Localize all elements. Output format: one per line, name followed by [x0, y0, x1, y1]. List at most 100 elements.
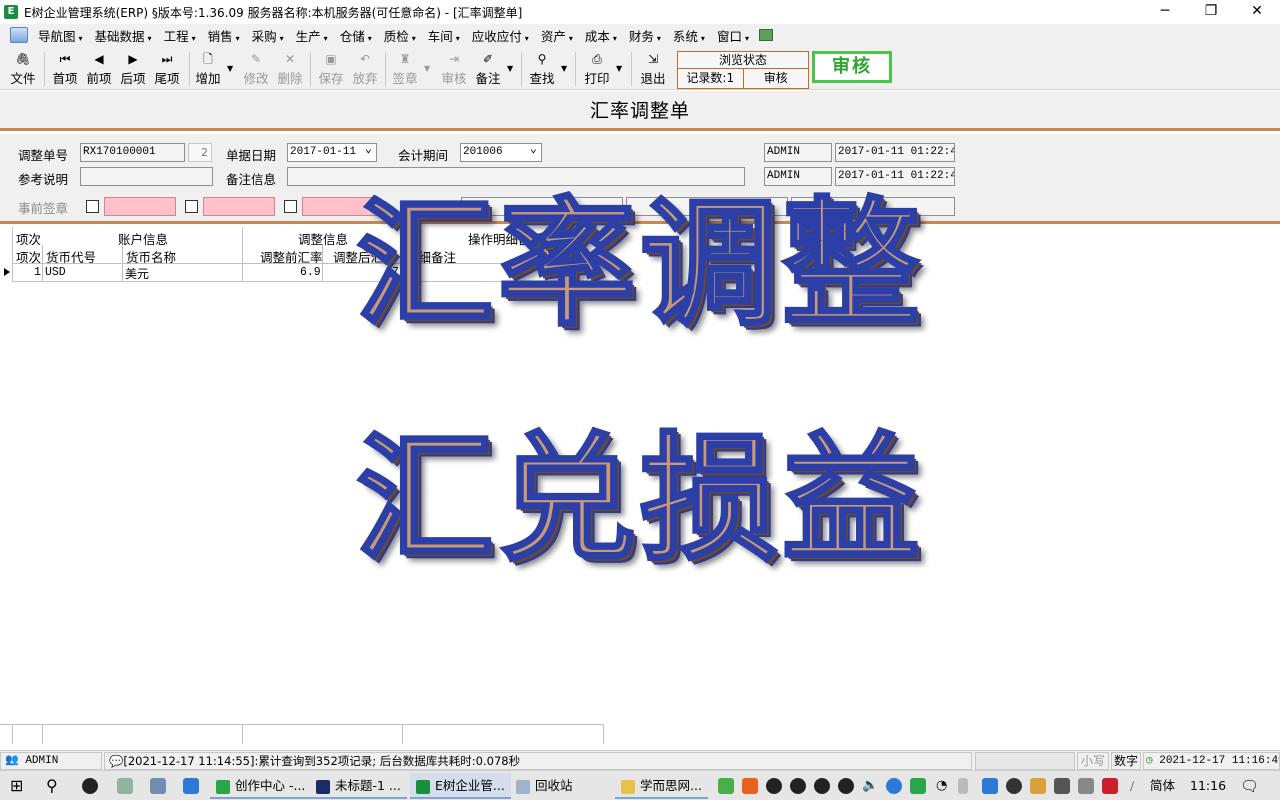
- close-button[interactable]: ✕: [1234, 0, 1280, 24]
- menu-finance[interactable]: 财务 ▾: [623, 26, 667, 45]
- prev-record-button[interactable]: ◀ 前项: [82, 50, 116, 88]
- discard-button[interactable]: ↶ 放弃: [348, 50, 382, 88]
- ime-indicator[interactable]: 简体: [1150, 774, 1175, 798]
- printer-icon: ⎙: [592, 52, 602, 66]
- adjust-no-field[interactable]: RX170100001: [80, 143, 185, 162]
- erp-icon: [416, 779, 430, 794]
- period-select[interactable]: 201006: [460, 143, 542, 162]
- save-button[interactable]: ▣ 保存: [314, 50, 348, 88]
- status-datetime: ◷ 2021-12-17 11:16:49: [1143, 752, 1280, 770]
- restore-button[interactable]: ❐: [1188, 0, 1234, 24]
- add-dropdown-arrow[interactable]: ▼: [227, 64, 233, 73]
- wifi-icon[interactable]: ◔: [936, 774, 947, 798]
- note-dropdown-arrow[interactable]: ▼: [507, 64, 513, 73]
- delete-button[interactable]: ✕ 删除: [273, 50, 307, 88]
- toolbar-separator: [310, 52, 311, 86]
- record-status-box: 浏览状态 记录数:1 审核: [677, 51, 809, 89]
- tray-app-icon[interactable]: [1102, 778, 1118, 794]
- taskbar-app-recycle-bin[interactable]: 回收站: [510, 773, 579, 799]
- tray-app-icon[interactable]: [1054, 778, 1070, 794]
- qq-icon[interactable]: [790, 778, 806, 794]
- find-button[interactable]: ⚲ 查找: [525, 50, 559, 88]
- wechat-icon[interactable]: [718, 778, 734, 794]
- qq-icon[interactable]: [766, 778, 782, 794]
- minimize-button[interactable]: ─: [1142, 0, 1188, 24]
- security-icon[interactable]: [1006, 778, 1022, 794]
- menu-basic-data[interactable]: 基础数据 ▾: [89, 26, 158, 45]
- notification-icon[interactable]: 🗨: [1240, 774, 1259, 798]
- menu-sales[interactable]: 销售 ▾: [202, 26, 246, 45]
- undo-icon: ↶: [359, 52, 371, 66]
- status-progress: [975, 752, 1075, 770]
- period-label: 会计期间: [398, 148, 449, 163]
- qq-icon[interactable]: [82, 778, 98, 794]
- form-title: 汇率调整单: [0, 91, 1280, 131]
- volume-icon[interactable]: 🔈: [862, 774, 878, 798]
- qq-icon[interactable]: [814, 778, 830, 794]
- toolbar-separator: [44, 52, 45, 86]
- window-tile-icon[interactable]: [758, 29, 773, 41]
- next-record-button[interactable]: ▶ 后项: [116, 50, 150, 88]
- search-icon[interactable]: ⚲: [46, 774, 58, 798]
- app-icon[interactable]: [150, 778, 166, 794]
- taskbar-app-creator-center[interactable]: 创作中心 -...: [210, 773, 312, 799]
- tray-app-icon[interactable]: [910, 778, 926, 794]
- menu-cost[interactable]: 成本 ▾: [579, 26, 623, 45]
- next-icon: ▶: [128, 52, 138, 66]
- grid-line: [42, 724, 43, 744]
- toolbar: 🖇 文件 ⏮ 首项 ◀ 前项 ▶ 后项 ⏭ 尾项 🗋 增加 ▼ ✎ 修改 ✕ 删除 ▣ 保存 ↶ 放…: [0, 46, 1280, 90]
- menu-purchase[interactable]: 采购 ▾: [246, 26, 290, 45]
- first-record-button[interactable]: ⏮ 首项: [48, 50, 82, 88]
- menu-production[interactable]: 生产 ▾: [290, 26, 334, 45]
- menu-warehouse[interactable]: 仓储 ▾: [334, 26, 378, 45]
- tray-app-icon[interactable]: [1078, 778, 1094, 794]
- tray-app-icon[interactable]: [1030, 778, 1046, 794]
- menu-engineering[interactable]: 工程 ▾: [158, 26, 202, 45]
- sign-dropdown-arrow[interactable]: ▼: [424, 64, 430, 73]
- menu-system[interactable]: 系统 ▾: [667, 26, 711, 45]
- menu-workshop[interactable]: 车间 ▾: [422, 26, 466, 45]
- taskbar-app-photoshop[interactable]: 未标题-1 ...: [310, 773, 407, 799]
- qq-icon[interactable]: [838, 778, 854, 794]
- menu-quality[interactable]: 质检 ▾: [378, 26, 422, 45]
- taskbar-app-erp[interactable]: E树企业管...: [410, 773, 511, 799]
- windows-start-icon[interactable]: ⊞: [10, 774, 23, 798]
- date-select[interactable]: 2017-01-11: [287, 143, 377, 162]
- taskbar-clock[interactable]: 11:16: [1190, 774, 1226, 798]
- adjust-no-seq: 2: [188, 143, 212, 162]
- add-button[interactable]: 🗋 增加: [191, 50, 225, 88]
- browse-state-label: 浏览状态: [678, 52, 808, 69]
- overlay-title-exchange-gain-loss: 汇兑损益: [354, 418, 924, 582]
- tray-app-icon[interactable]: [958, 778, 968, 794]
- tray-app-icon[interactable]: [742, 778, 758, 794]
- print-button[interactable]: ⎙ 打印: [580, 50, 614, 88]
- exit-button[interactable]: ⇲ 退出: [636, 50, 670, 88]
- file-button[interactable]: 🖇 文件: [6, 50, 40, 88]
- taskbar-app-folder[interactable]: 学而思网...: [615, 773, 708, 799]
- menu-window[interactable]: 窗口 ▾: [711, 26, 755, 45]
- print-dropdown-arrow[interactable]: ▼: [616, 64, 622, 73]
- sign-button[interactable]: ♜ 签章: [388, 50, 422, 88]
- note-button[interactable]: ✐ 备注: [471, 50, 505, 88]
- record-count: 记录数:1: [678, 69, 744, 88]
- edit-button[interactable]: ✎ 修改: [239, 50, 273, 88]
- find-dropdown-arrow[interactable]: ▼: [561, 64, 567, 73]
- menu-ar-ap[interactable]: 应收应付 ▾: [466, 26, 535, 45]
- audit-toolbar-button[interactable]: ⇥ 审核: [437, 50, 471, 88]
- menu-app-icon[interactable]: [10, 27, 28, 43]
- tray-separator-icon: /: [1130, 778, 1135, 793]
- menu-navigation[interactable]: 导航图 ▾: [32, 26, 89, 45]
- status-bar: 👥 ADMIN 💬[2021-12-17 11:14:55]:累计查询到352项…: [0, 750, 1280, 770]
- created-at-field: 2017-01-11 01:22:40: [835, 143, 955, 162]
- window-controls: ─ ❐ ✕: [1142, 0, 1280, 24]
- status-user: 👥 ADMIN: [0, 752, 102, 770]
- menu-assets[interactable]: 资产 ▾: [535, 26, 579, 45]
- audit-state: 审核: [763, 71, 788, 85]
- app-icon[interactable]: [183, 778, 199, 794]
- clock-icon: ◷: [1146, 755, 1153, 767]
- app-icon[interactable]: [117, 778, 133, 794]
- audit-stamp-button[interactable]: 审核: [812, 51, 892, 83]
- tray-app-icon[interactable]: [886, 778, 902, 794]
- tray-app-icon[interactable]: [982, 778, 998, 794]
- last-record-button[interactable]: ⏭ 尾项: [150, 50, 184, 88]
